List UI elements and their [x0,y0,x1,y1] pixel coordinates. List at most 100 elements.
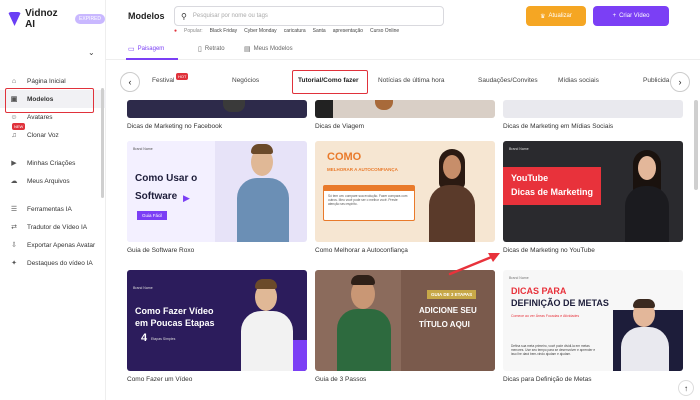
sidebar-item-label: Modelos [27,95,54,103]
brand-name: Brand Name [133,286,153,290]
template-thumbnail[interactable] [315,100,495,118]
sidebar-item-ai-tools[interactable]: ☰ Ferramentas IA [0,200,106,218]
popular-tag[interactable]: Cyber Monday [244,28,277,34]
chevron-left-icon: ‹ [128,77,132,87]
tab-label: Paisagem [137,46,165,52]
new-badge: NEW [12,123,26,130]
scroll-right-button[interactable]: › [670,72,690,92]
annotation-highlight-box [292,70,368,94]
tab-my-templates[interactable]: ▤ Meus Modelos [244,45,293,53]
sidebar-nav: ⌂ Página Inicial ▣ Modelos ☺ Avatares NE… [0,72,106,272]
template-thumbnail[interactable] [127,100,307,118]
template-card[interactable]: Dicas de Viagem [315,100,495,130]
template-thumbnail[interactable] [503,100,683,118]
thumb-subheading: Comece ao ver Áreas Focadas e Atividades [511,314,580,318]
crown-icon: ♛ [540,13,546,20]
popular-tag[interactable]: Black Friday [210,28,238,34]
subtab-breaking-news[interactable]: Notícias de última hora [378,77,444,84]
template-card[interactable]: Brand Name YouTube Dicas de Marketing Di… [503,141,683,254]
popular-tag[interactable]: caricatura [284,28,306,34]
template-thumbnail[interactable]: GUIA DE 3 ETAPAS ADICIONE SEU TÍTULO AQU… [315,270,495,371]
template-thumbnail[interactable]: Brand Name DICAS PARA DEFINIÇÃO DE METAS… [503,270,683,371]
arrow-up-icon: ↑ [684,383,688,393]
template-card[interactable]: GUIA DE 3 ETAPAS ADICIONE SEU TÍTULO AQU… [315,270,495,383]
template-card[interactable]: Brand Name DICAS PARA DEFINIÇÃO DE METAS… [503,270,683,383]
template-card[interactable]: Brand Name Como Usar o Software ▶ Guia F… [127,141,307,254]
create-video-button[interactable]: + Criar Vídeo [593,6,669,26]
thumb-heading: Software [135,191,178,202]
play-icon: ▶ [183,193,190,203]
search-placeholder: Pesquisar por nome ou tags [192,13,268,19]
sidebar-item-label: Exportar Apenas Avatar [27,241,96,249]
template-title: Dicas de Viagem [315,123,365,130]
back-to-top-button[interactable]: ↑ [678,380,694,396]
template-card[interactable]: Dicas de Marketing no Facebook [127,100,307,130]
sidebar-item-ai-highlights[interactable]: ✦ Destaques do vídeo IA [0,254,106,272]
sidebar-item-clone-voice[interactable]: NEW ♫ Clonar Voz [0,123,106,144]
logo[interactable]: Vidnoz AI EXPIRED [8,8,105,30]
tab-landscape[interactable]: ▭ Paisagem [128,45,164,53]
portrait-icon: ▯ [198,46,202,53]
thumb-heading: Como Fazer Vídeo [135,306,214,316]
sidebar-scrollbar[interactable] [101,88,104,198]
popular-tag[interactable]: Curso Online [370,28,399,34]
template-title: Dicas de Marketing em Mídias Sociais [503,123,614,130]
upgrade-label: Atualizar [548,13,572,19]
sidebar-item-label: Minhas Criações [27,159,76,167]
tab-portrait[interactable]: ▯ Retrato [198,45,225,53]
template-thumbnail[interactable]: COMO MELHORAR A AUTOCONFIANÇA Só tem um:… [315,141,495,242]
template-thumbnail[interactable]: Brand Name Como Fazer Vídeo em Poucas Et… [127,270,307,371]
template-title: Dicas de Marketing no Facebook [127,123,223,130]
sub-category-tabs: ‹ Festival HOT Negócios Tutorial/Como fa… [118,70,696,94]
scroll-left-button[interactable]: ‹ [120,72,140,92]
thumb-heading: COMO [327,151,362,163]
template-thumbnail[interactable]: Brand Name YouTube Dicas de Marketing [503,141,683,242]
popular-tag[interactable]: Santa [313,28,326,34]
sidebar-item-label: Meus Arquivos [27,177,70,185]
thumb-subheading: MELHORAR A AUTOCONFIANÇA [327,167,398,172]
avatar[interactable] [676,6,696,26]
thumb-step-number: 4 [141,332,148,344]
landscape-icon: ▭ [128,46,135,53]
subtab-advertising[interactable]: Publicida [643,77,669,84]
thumb-chip: GUIA DE 3 ETAPAS [427,290,477,299]
search-input[interactable]: ⚲ Pesquisar por nome ou tags [174,6,444,26]
template-title: Como Melhorar a Autoconfiança [315,247,408,254]
sidebar-item-my-files[interactable]: ☁ Meus Arquivos [0,172,106,190]
upgrade-button[interactable]: ♛ Atualizar [526,6,586,26]
mytemplates-icon: ▤ [244,46,251,53]
sidebar-item-video-translator[interactable]: ⇄ Tradutor de Vídeo IA [0,218,106,236]
sidebar-item-label: Clonar Voz [27,131,59,139]
subtab-business[interactable]: Negócios [232,77,259,84]
search-icon: ⚲ [181,11,187,21]
template-card[interactable]: COMO MELHORAR A AUTOCONFIANÇA Só tem um:… [315,141,495,254]
template-title: Guia de 3 Passos [315,376,367,383]
avatar-icon: ☺ [10,113,18,121]
video-icon: ▶ [11,160,17,167]
vidnoz-logo-icon [8,12,22,26]
template-card[interactable]: Dicas de Marketing em Mídias Sociais [503,100,683,130]
template-title: Guia de Software Roxo [127,247,195,254]
sidebar-item-my-creations[interactable]: ▶ Minhas Criações [0,154,106,172]
chevron-down-icon[interactable]: ⌄ [88,48,95,57]
thumb-heading: Dicas de Marketing [511,187,594,197]
page-scrollbar[interactable] [694,100,698,190]
thumb-note: Defina sua meta primeiro, você pode divi… [511,344,596,357]
subtab-festival[interactable]: Festival [152,77,174,84]
sidebar-item-templates[interactable]: ▣ Modelos [0,90,106,108]
subtab-greetings[interactable]: Saudações/Convites [478,77,538,84]
highlight-icon: ✦ [11,260,17,267]
sidebar-item-label: Destaques do vídeo IA [27,259,93,267]
template-card[interactable]: Brand Name Como Fazer Vídeo em Poucas Et… [127,270,307,383]
brand-name: Brand Name [509,276,529,280]
sidebar-item-home[interactable]: ⌂ Página Inicial [0,72,106,90]
thumb-heading: em Poucas Etapas [135,318,215,328]
sidebar-item-export-avatar[interactable]: ⇩ Exportar Apenas Avatar [0,236,106,254]
thumb-heading: ADICIONE SEU [419,306,477,315]
home-icon: ⌂ [11,77,17,85]
popular-tags: ● Popular: Black Friday Cyber Monday car… [174,28,399,34]
popular-tag[interactable]: apresentação [333,28,363,34]
subtab-social-media[interactable]: Mídias sociais [558,77,599,84]
popular-label: Popular: [184,28,203,34]
template-thumbnail[interactable]: Brand Name Como Usar o Software ▶ Guia F… [127,141,307,242]
